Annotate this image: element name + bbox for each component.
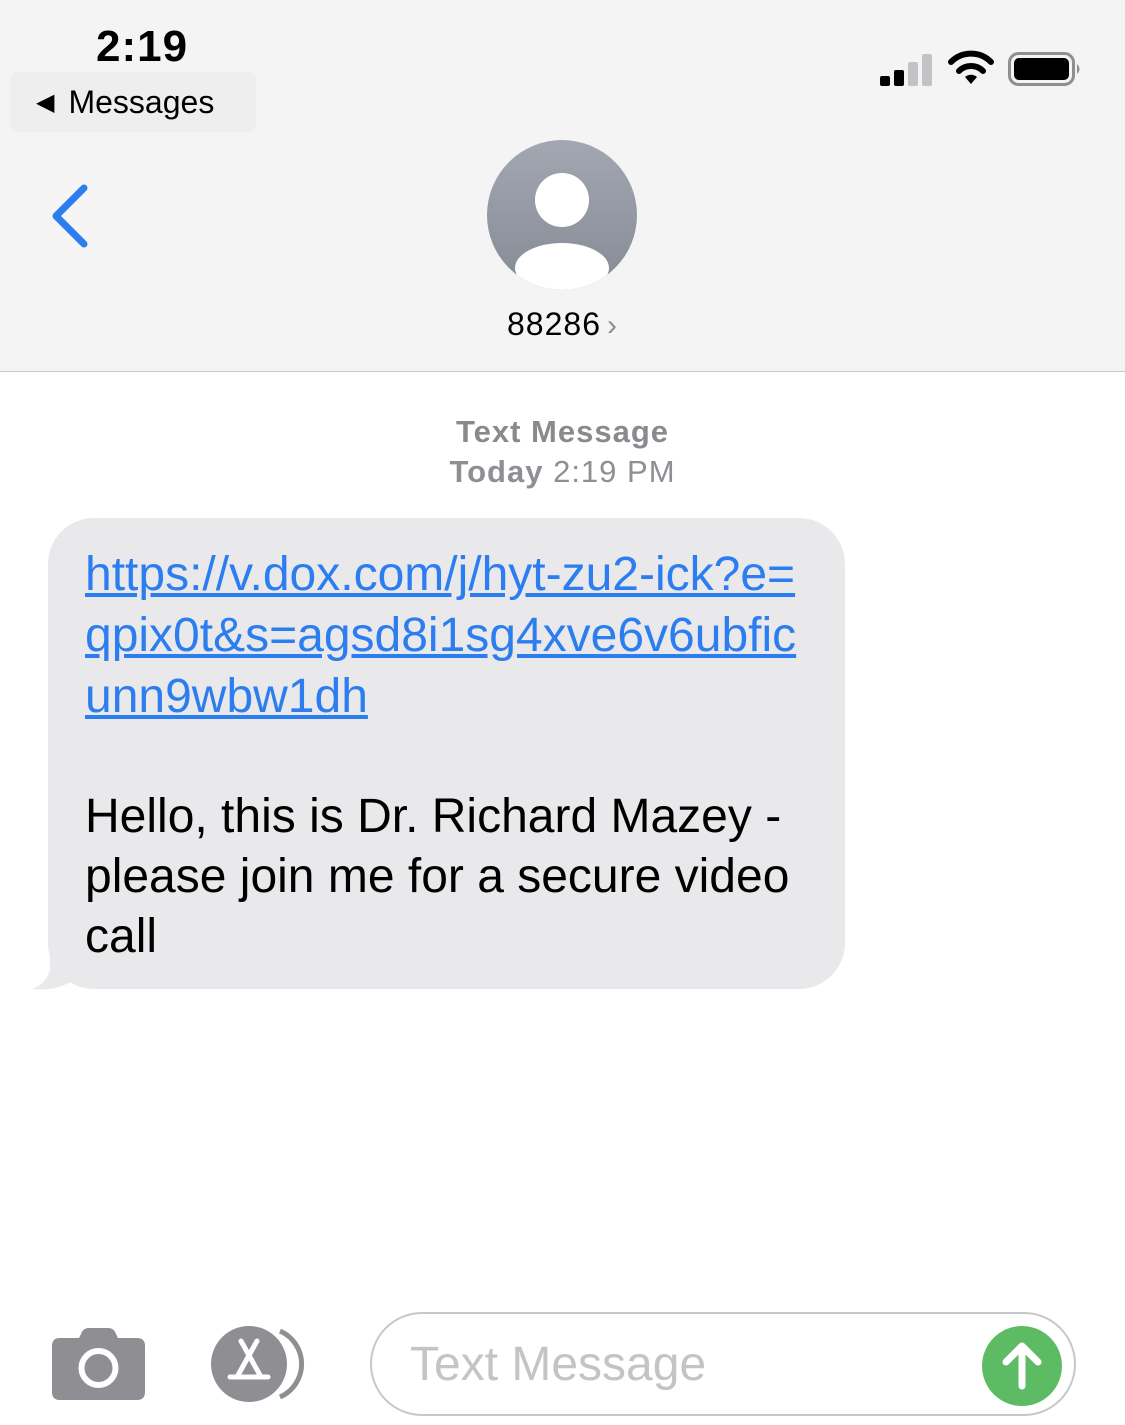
battery-icon xyxy=(1008,52,1080,86)
back-to-app-button[interactable]: ◀ Messages xyxy=(10,72,256,132)
app-store-icon[interactable] xyxy=(210,1325,320,1403)
back-to-app-label: Messages xyxy=(68,83,215,120)
message-input-placeholder: Text Message xyxy=(410,1337,707,1391)
contact-name[interactable]: 88286 › xyxy=(0,306,1125,343)
message-body: Hello, this is Dr. Richard Mazey - pleas… xyxy=(85,790,790,963)
person-icon xyxy=(515,173,609,290)
wifi-icon xyxy=(948,50,994,84)
camera-icon[interactable] xyxy=(51,1328,146,1400)
back-chevron-icon[interactable] xyxy=(44,178,100,258)
message-time: 2:19 PM xyxy=(553,454,676,489)
message-link[interactable]: https://v.dox.com/j/hyt-zu2-ick?e=qpix0t… xyxy=(85,544,813,727)
message-timestamp: Text Message Today 2:19 PM xyxy=(0,414,1125,490)
composer-bar: Text Message xyxy=(0,1300,1125,1425)
send-button[interactable] xyxy=(982,1326,1062,1406)
contact-chevron-icon: › xyxy=(606,309,618,342)
message-bubble[interactable]: https://v.dox.com/j/hyt-zu2-ick?e=qpix0t… xyxy=(48,518,845,989)
status-time: 2:19 xyxy=(96,22,189,71)
cellular-signal-icon xyxy=(880,52,936,86)
back-triangle-icon: ◀ xyxy=(36,88,55,116)
contact-name-label: 88286 xyxy=(507,306,601,342)
message-datetime: Today 2:19 PM xyxy=(0,454,1125,490)
conversation-header: 2:19 ◀ Messages 88286 › xyxy=(0,0,1125,372)
contact-avatar[interactable] xyxy=(487,140,637,290)
message-input[interactable]: Text Message xyxy=(370,1312,1076,1416)
message-day: Today xyxy=(449,454,544,489)
arrow-up-icon xyxy=(1002,1342,1042,1390)
message-kind: Text Message xyxy=(455,414,669,449)
